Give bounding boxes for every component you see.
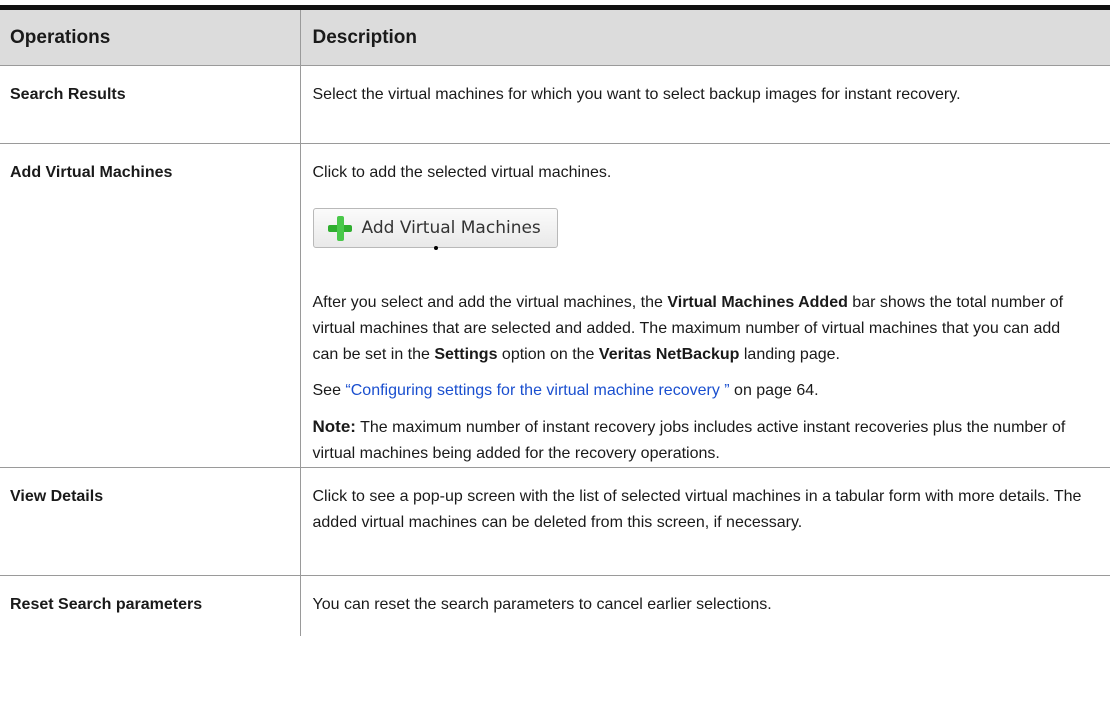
- table-row: Search Results Select the virtual machin…: [0, 65, 1110, 144]
- operation-description: You can reset the search parameters to c…: [299, 575, 1110, 636]
- table-header-row: Operations Description: [0, 7, 1110, 66]
- table-row: Reset Search parameters You can reset th…: [0, 575, 1110, 636]
- note-label: Note:: [312, 417, 356, 436]
- configuring-settings-link[interactable]: “Configuring settings for the virtual ma…: [345, 382, 729, 399]
- operation-description: Select the virtual machines for which yo…: [299, 65, 1110, 144]
- operation-name: View Details: [0, 467, 300, 576]
- settings-term: Settings: [434, 346, 498, 363]
- veritas-netbackup-term: Veritas NetBackup: [598, 346, 740, 363]
- operation-name: Reset Search parameters: [10, 596, 203, 613]
- header-operations: Operations: [0, 7, 300, 66]
- operation-name: Add Virtual Machines: [0, 143, 300, 468]
- description-text: Click to add the selected virtual machin…: [312, 164, 612, 181]
- cursor-dot: [433, 246, 438, 250]
- virtual-machines-added-term: Virtual Machines Added: [667, 294, 848, 311]
- see-also-text: See “Configuring settings for the virtua…: [312, 382, 819, 399]
- note-text: Note: The maximum number of instant reco…: [312, 417, 1066, 462]
- operation-description: Click to add the selected virtual machin…: [299, 143, 1110, 468]
- plus-icon: [327, 215, 354, 241]
- description-text: After you select and add the virtual mac…: [312, 294, 1064, 363]
- add-virtual-machines-button[interactable]: Add Virtual Machines: [312, 208, 558, 250]
- operations-table: Operations Description Search Results Se…: [0, 5, 1110, 636]
- operation-name: Search Results: [0, 65, 300, 144]
- header-description: Description: [299, 7, 1110, 66]
- operation-description: Click to see a pop-up screen with the li…: [299, 467, 1110, 576]
- description-text: Click to see a pop-up screen with the li…: [312, 488, 1082, 531]
- table-row: View Details Click to see a pop-up scree…: [0, 467, 1110, 576]
- description-text: Select the virtual machines for which yo…: [312, 86, 961, 103]
- table-row: Add Virtual Machines Click to add the se…: [0, 143, 1110, 468]
- description-text: You can reset the search parameters to c…: [312, 596, 772, 613]
- add-virtual-machines-button-label: Add Virtual Machines: [361, 218, 541, 238]
